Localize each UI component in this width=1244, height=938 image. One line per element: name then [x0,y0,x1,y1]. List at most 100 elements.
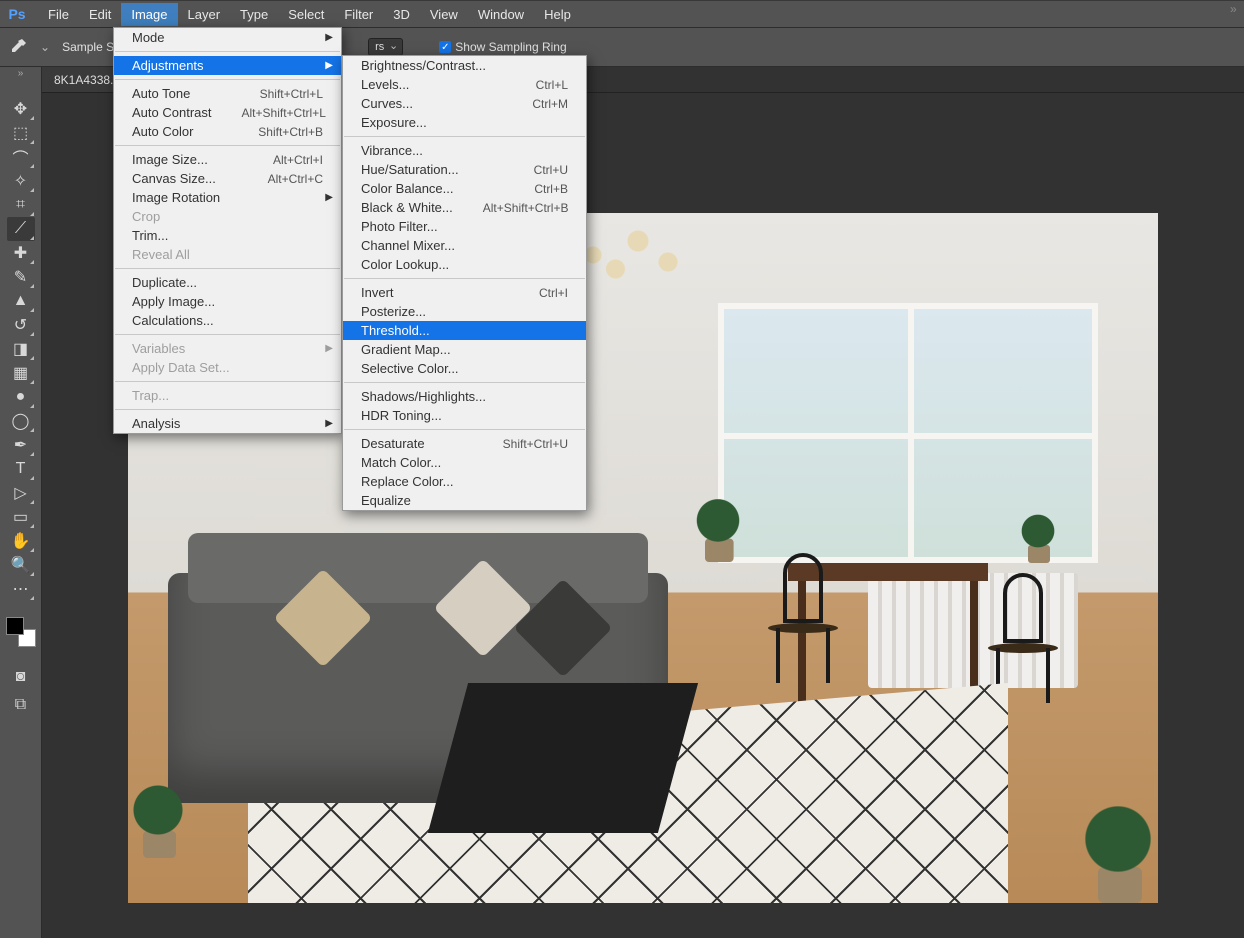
menu-item-label: Channel Mixer... [361,238,568,253]
crop-tool[interactable]: ⌗ [7,193,35,217]
checkmark-icon: ✓ [439,41,451,53]
image-menu-canvas-size[interactable]: Canvas Size...Alt+Ctrl+C [114,169,341,188]
eyedropper-tool[interactable]: ⟋ [7,217,35,241]
adjust-menu-exposure[interactable]: Exposure... [343,113,586,132]
screen-mode-icon[interactable]: ⧉ [7,693,35,717]
blur-tool[interactable]: ● [7,385,35,409]
menu-item-label: Adjustments [132,58,323,73]
hand-tool[interactable]: ✋ [7,529,35,553]
adjust-menu-hdr-toning[interactable]: HDR Toning... [343,406,586,425]
brush-tool[interactable]: ✎ [7,265,35,289]
menu-type[interactable]: Type [230,3,278,26]
menu-item-label: Threshold... [361,323,568,338]
zoom-tool[interactable]: 🔍 [7,553,35,577]
adjust-menu-curves[interactable]: Curves...Ctrl+M [343,94,586,113]
image-menu-analysis[interactable]: Analysis▶ [114,414,341,433]
menu-3d[interactable]: 3D [383,3,420,26]
dodge-tool[interactable]: ◯ [7,409,35,433]
adjust-menu-photo-filter[interactable]: Photo Filter... [343,217,586,236]
adjust-menu-replace-color[interactable]: Replace Color... [343,472,586,491]
type-tool[interactable]: T [7,457,35,481]
panel-dock-icon[interactable]: » [1230,2,1244,22]
path-select-tool[interactable]: ▷ [7,481,35,505]
stamp-tool[interactable]: ▲ [7,289,35,313]
more-tools[interactable]: ⋯ [7,577,35,601]
menu-help[interactable]: Help [534,3,581,26]
adjust-menu-color-lookup[interactable]: Color Lookup... [343,255,586,274]
adjust-menu-vibrance[interactable]: Vibrance... [343,141,586,160]
collapse-handle-icon[interactable]: » [0,67,41,79]
menu-item-label: Image Size... [132,152,243,167]
adjust-menu-color-balance[interactable]: Color Balance...Ctrl+B [343,179,586,198]
menu-item-label: Color Balance... [361,181,504,196]
sample-layers-dropdown[interactable]: rs [368,38,403,56]
adjust-menu-threshold[interactable]: Threshold... [343,321,586,340]
image-menu-duplicate[interactable]: Duplicate... [114,273,341,292]
quick-select-tool[interactable]: ✧ [7,169,35,193]
marquee-tool[interactable]: ⬚ [7,121,35,145]
adjust-menu-selective-color[interactable]: Selective Color... [343,359,586,378]
foreground-color-swatch[interactable] [6,617,24,635]
menubar: Ps FileEditImageLayerTypeSelectFilter3DV… [0,0,1244,27]
menu-image[interactable]: Image [121,3,177,26]
menu-item-label: Apply Data Set... [132,360,323,375]
adjust-menu-equalize[interactable]: Equalize [343,491,586,510]
quick-mask-icon[interactable]: ◙ [7,665,35,689]
adjust-menu-black-white[interactable]: Black & White...Alt+Shift+Ctrl+B [343,198,586,217]
image-menu-image-size[interactable]: Image Size...Alt+Ctrl+I [114,150,341,169]
image-menu-auto-tone[interactable]: Auto ToneShift+Ctrl+L [114,84,341,103]
menu-item-label: Replace Color... [361,474,568,489]
menu-item-label: Photo Filter... [361,219,568,234]
move-tool[interactable]: ✥ [7,97,35,121]
lasso-tool[interactable]: ⌒ [7,145,35,169]
image-menu-calculations[interactable]: Calculations... [114,311,341,330]
menu-item-label: Posterize... [361,304,568,319]
menu-item-label: Invert [361,285,509,300]
menu-file[interactable]: File [38,3,79,26]
history-brush-tool[interactable]: ↺ [7,313,35,337]
eyedropper-icon[interactable] [8,37,28,57]
color-swatches[interactable] [6,617,36,647]
image-menu-image-rotation[interactable]: Image Rotation▶ [114,188,341,207]
image-menu-adjustments[interactable]: Adjustments▶ [114,56,341,75]
pen-tool[interactable]: ✒ [7,433,35,457]
adjust-menu-channel-mixer[interactable]: Channel Mixer... [343,236,586,255]
menu-layer[interactable]: Layer [178,3,231,26]
menu-item-label: Selective Color... [361,361,568,376]
adjust-menu-hue-saturation[interactable]: Hue/Saturation...Ctrl+U [343,160,586,179]
menu-edit[interactable]: Edit [79,3,121,26]
menu-window[interactable]: Window [468,3,534,26]
menu-view[interactable]: View [420,3,468,26]
adjust-menu-levels[interactable]: Levels...Ctrl+L [343,75,586,94]
image-menu-auto-color[interactable]: Auto ColorShift+Ctrl+B [114,122,341,141]
rectangle-tool[interactable]: ▭ [7,505,35,529]
menu-item-label: Gradient Map... [361,342,568,357]
adjust-menu-posterize[interactable]: Posterize... [343,302,586,321]
menu-select[interactable]: Select [278,3,334,26]
menu-item-label: Image Rotation [132,190,323,205]
adjust-menu-shadows-highlights[interactable]: Shadows/Highlights... [343,387,586,406]
menu-filter[interactable]: Filter [334,3,383,26]
menu-item-label: Mode [132,30,323,45]
adjust-menu-brightness-contrast[interactable]: Brightness/Contrast... [343,56,586,75]
adjust-menu-invert[interactable]: InvertCtrl+I [343,283,586,302]
adjust-menu-match-color[interactable]: Match Color... [343,453,586,472]
menu-item-label: Auto Contrast [132,105,212,120]
adjust-menu-gradient-map[interactable]: Gradient Map... [343,340,586,359]
eraser-tool[interactable]: ◨ [7,337,35,361]
menu-item-label: Vibrance... [361,143,568,158]
menu-item-label: Match Color... [361,455,568,470]
submenu-arrow-icon: ▶ [325,343,333,354]
show-sampling-ring-checkbox[interactable]: ✓ Show Sampling Ring [439,40,566,54]
image-menu-apply-image[interactable]: Apply Image... [114,292,341,311]
menu-item-shortcut: Ctrl+U [534,163,568,177]
image-menu-trim[interactable]: Trim... [114,226,341,245]
menu-item-shortcut: Ctrl+M [532,97,568,111]
healing-tool[interactable]: ✚ [7,241,35,265]
image-menu-mode[interactable]: Mode▶ [114,28,341,47]
adjust-menu-desaturate[interactable]: DesaturateShift+Ctrl+U [343,434,586,453]
image-menu-apply-data-set: Apply Data Set... [114,358,341,377]
app-logo: Ps [4,4,30,24]
gradient-tool[interactable]: ▦ [7,361,35,385]
image-menu-auto-contrast[interactable]: Auto ContrastAlt+Shift+Ctrl+L [114,103,341,122]
